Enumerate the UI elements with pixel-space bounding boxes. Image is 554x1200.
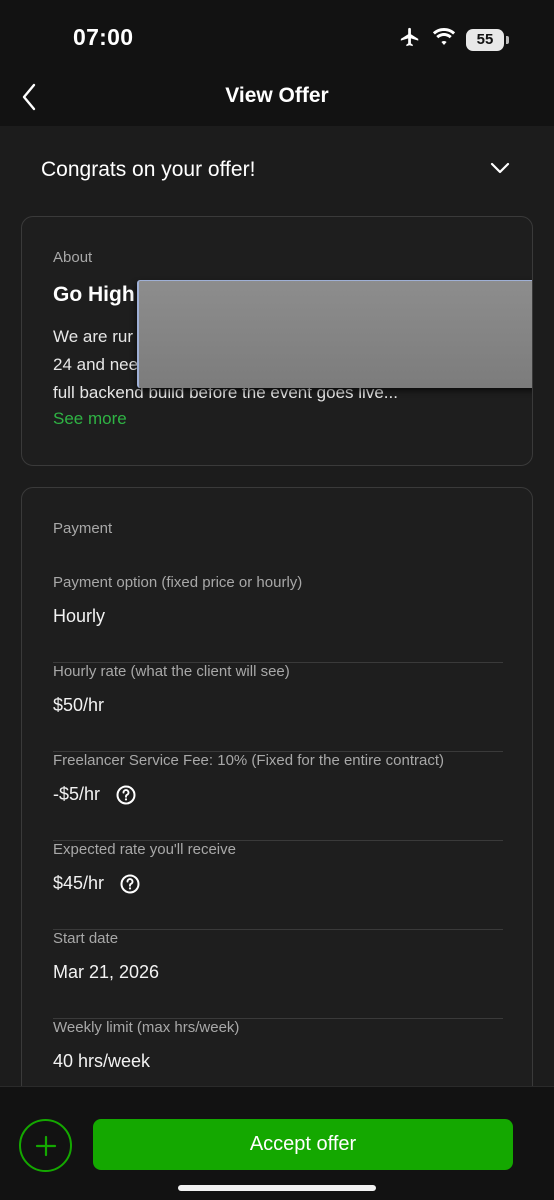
field-label: Weekly limit (max hrs/week) [53,1019,240,1036]
help-icon[interactable] [116,785,136,805]
hourly-rate-value: $50/hr [53,695,105,715]
payment-card: Payment Payment option (fixed price or h… [21,487,533,1127]
start-date-value: Mar 21, 2026 [53,962,160,982]
congrats-toggle[interactable]: Congrats on your offer! [0,146,554,198]
help-icon[interactable] [120,874,140,894]
about-label: About [53,249,93,266]
chevron-down-icon [490,162,510,174]
wifi-icon [432,27,456,52]
field-label: Hourly rate (what the client will see) [53,663,290,680]
field-value: Hourly [53,606,105,627]
page-title: View Offer [225,84,329,107]
about-title: Go High [53,283,135,306]
service-fee-value: -$5/hr [53,784,101,804]
hourly-rate-field: Hourly rate (what the client will see) $… [53,663,503,752]
status-icons: 55 [398,26,509,53]
start-date-field: Start date Mar 21, 2026 [53,930,503,1019]
service-fee-field: Freelancer Service Fee: 10% (Fixed for t… [53,752,503,841]
battery-icon: 55 [466,28,509,51]
expected-rate-value: $45/hr [53,873,105,893]
battery-level: 55 [476,31,494,48]
field-label: Expected rate you'll receive [53,841,236,858]
top-bar: 07:00 55 View Offer [0,0,554,126]
field-label: Freelancer Service Fee: 10% (Fixed for t… [53,752,444,769]
airplane-icon [398,26,422,53]
field-value: $50/hr [53,695,104,716]
field-label: Payment option (fixed price or hourly) [53,574,303,591]
field-value: $45/hr [53,873,140,894]
field-value: -$5/hr [53,784,136,805]
field-label: Start date [53,930,119,947]
add-button[interactable] [19,1119,72,1172]
home-indicator [178,1185,376,1191]
field-value: 40 hrs/week [53,1051,150,1072]
screen: 07:00 55 View Offer Congrats on your off… [0,0,554,1200]
weekly-limit-value: 40 hrs/week [53,1051,151,1071]
payment-option-field: Payment option (fixed price or hourly) H… [53,574,503,663]
plus-icon [35,1135,56,1156]
status-time: 07:00 [73,24,134,50]
redaction-overlay [137,280,532,388]
congrats-title: Congrats on your offer! [41,158,256,181]
payment-option-value: Hourly [53,606,106,626]
field-value: Mar 21, 2026 [53,962,159,983]
payment-label: Payment [53,520,113,537]
expected-rate-field: Expected rate you'll receive $45/hr [53,841,503,930]
accept-offer-button[interactable]: Accept offer [93,1119,513,1170]
see-more-link[interactable]: See more [53,409,127,429]
bottom-action-bar: Accept offer [0,1086,554,1200]
about-card: About Go High We are rur 24 and nee full… [21,216,533,466]
